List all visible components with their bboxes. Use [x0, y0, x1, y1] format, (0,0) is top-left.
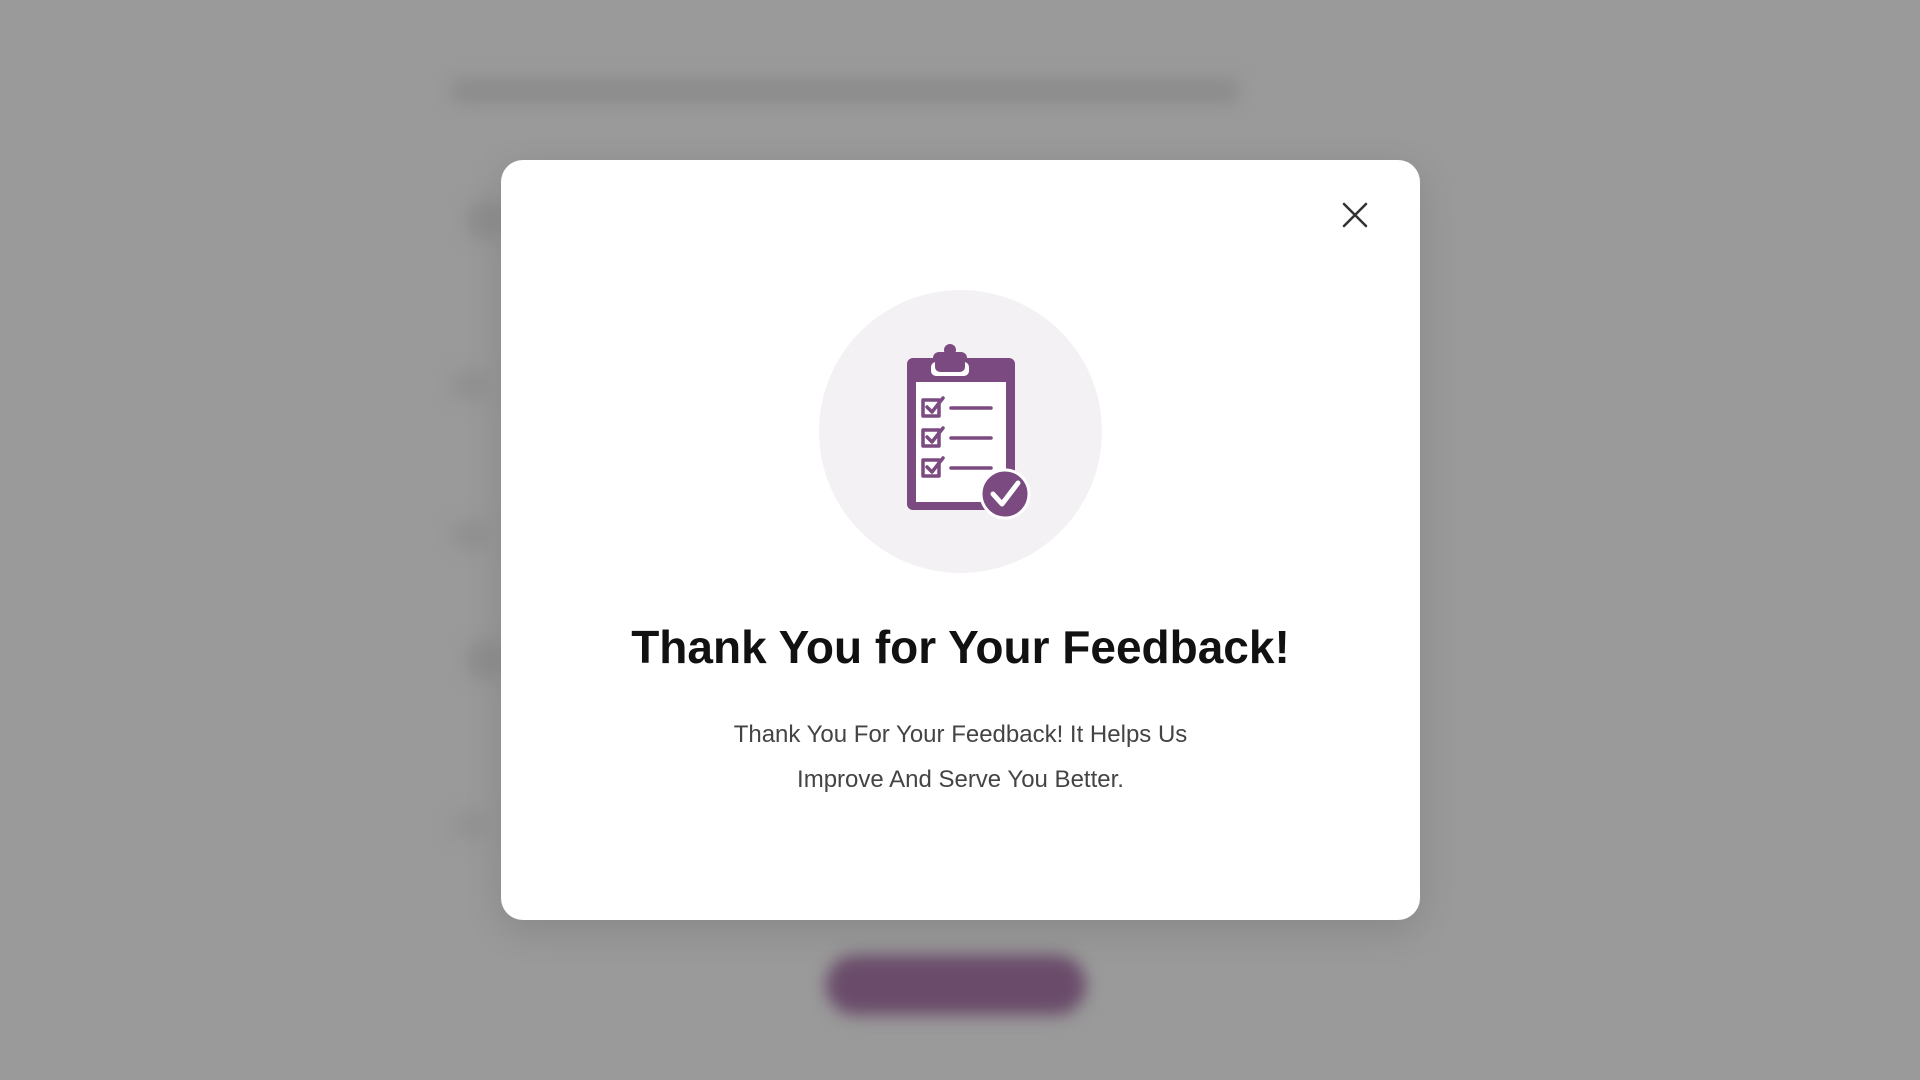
- modal-message: Thank You For Your Feedback! It Helps Us…: [733, 721, 1188, 793]
- background-element: [450, 520, 490, 550]
- modal-title: Thank You for Your Feedback!: [631, 621, 1290, 673]
- clipboard-check-icon: [906, 343, 1030, 519]
- illustration-badge: [819, 290, 1102, 573]
- background-element: [450, 810, 490, 840]
- background-submit-button: [826, 955, 1086, 1015]
- close-icon: [1342, 202, 1368, 228]
- background-header-bar: [450, 78, 1240, 104]
- feedback-thank-you-modal: Thank You for Your Feedback! Thank You F…: [501, 160, 1420, 920]
- close-button[interactable]: [1334, 194, 1376, 236]
- background-element: [465, 200, 505, 240]
- background-element: [465, 640, 505, 680]
- background-element: [450, 370, 490, 400]
